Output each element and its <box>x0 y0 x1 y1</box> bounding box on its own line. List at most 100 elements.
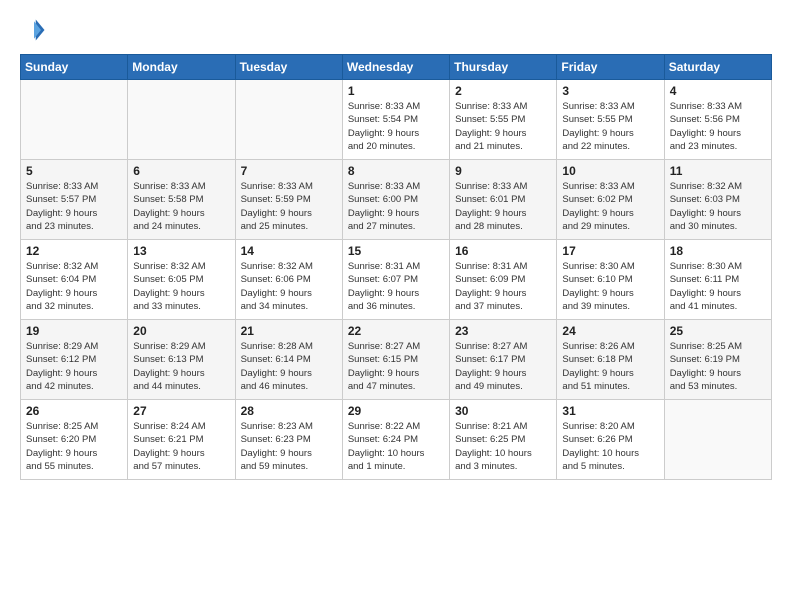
day-info: Sunrise: 8:29 AM Sunset: 6:13 PM Dayligh… <box>133 340 229 393</box>
day-number: 5 <box>26 164 122 178</box>
day-info: Sunrise: 8:33 AM Sunset: 5:55 PM Dayligh… <box>455 100 551 153</box>
week-row-2: 5 Sunrise: 8:33 AM Sunset: 5:57 PM Daylig… <box>21 160 772 240</box>
day-info: Sunrise: 8:30 AM Sunset: 6:11 PM Dayligh… <box>670 260 766 313</box>
day-info: Sunrise: 8:27 AM Sunset: 6:17 PM Dayligh… <box>455 340 551 393</box>
calendar-cell: 9 Sunrise: 8:33 AM Sunset: 6:01 PM Daylig… <box>450 160 557 240</box>
day-number: 12 <box>26 244 122 258</box>
day-number: 4 <box>670 84 766 98</box>
day-number: 24 <box>562 324 658 338</box>
calendar-cell <box>128 80 235 160</box>
weekday-header-tuesday: Tuesday <box>235 55 342 80</box>
day-number: 2 <box>455 84 551 98</box>
calendar-cell: 18 Sunrise: 8:30 AM Sunset: 6:11 PM Dayli… <box>664 240 771 320</box>
day-info: Sunrise: 8:33 AM Sunset: 5:54 PM Dayligh… <box>348 100 444 153</box>
day-info: Sunrise: 8:26 AM Sunset: 6:18 PM Dayligh… <box>562 340 658 393</box>
calendar-cell: 3 Sunrise: 8:33 AM Sunset: 5:55 PM Daylig… <box>557 80 664 160</box>
day-info: Sunrise: 8:31 AM Sunset: 6:07 PM Dayligh… <box>348 260 444 313</box>
calendar-cell: 29Sunrise: 8:22 AM Sunset: 6:24 PM Dayli… <box>342 400 449 480</box>
day-number: 31 <box>562 404 658 418</box>
day-info: Sunrise: 8:32 AM Sunset: 6:05 PM Dayligh… <box>133 260 229 313</box>
day-info: Sunrise: 8:33 AM Sunset: 5:58 PM Dayligh… <box>133 180 229 233</box>
day-info: Sunrise: 8:25 AM Sunset: 6:20 PM Dayligh… <box>26 420 122 473</box>
day-number: 26 <box>26 404 122 418</box>
calendar-cell: 2 Sunrise: 8:33 AM Sunset: 5:55 PM Daylig… <box>450 80 557 160</box>
header <box>20 16 772 44</box>
calendar-cell: 22 Sunrise: 8:27 AM Sunset: 6:15 PM Dayli… <box>342 320 449 400</box>
day-number: 30 <box>455 404 551 418</box>
day-number: 18 <box>670 244 766 258</box>
day-number: 22 <box>348 324 444 338</box>
calendar-table: SundayMondayTuesdayWednesdayThursdayFrid… <box>20 54 772 480</box>
calendar-cell: 1 Sunrise: 8:33 AM Sunset: 5:54 PM Daylig… <box>342 80 449 160</box>
calendar-cell: 6 Sunrise: 8:33 AM Sunset: 5:58 PM Daylig… <box>128 160 235 240</box>
day-number: 20 <box>133 324 229 338</box>
day-info: Sunrise: 8:33 AM Sunset: 5:57 PM Dayligh… <box>26 180 122 233</box>
weekday-header-thursday: Thursday <box>450 55 557 80</box>
calendar-cell: 27 Sunrise: 8:24 AM Sunset: 6:21 PM Dayli… <box>128 400 235 480</box>
day-number: 10 <box>562 164 658 178</box>
calendar-cell: 30 Sunrise: 8:21 AM Sunset: 6:25 PM Dayli… <box>450 400 557 480</box>
week-row-1: 1 Sunrise: 8:33 AM Sunset: 5:54 PM Daylig… <box>21 80 772 160</box>
calendar-cell: 15 Sunrise: 8:31 AM Sunset: 6:07 PM Dayli… <box>342 240 449 320</box>
week-row-3: 12 Sunrise: 8:32 AM Sunset: 6:04 PM Dayli… <box>21 240 772 320</box>
day-number: 27 <box>133 404 229 418</box>
weekday-header-monday: Monday <box>128 55 235 80</box>
day-number: 14 <box>241 244 337 258</box>
day-info: Sunrise: 8:29 AM Sunset: 6:12 PM Dayligh… <box>26 340 122 393</box>
weekday-header-friday: Friday <box>557 55 664 80</box>
day-info: Sunrise: 8:24 AM Sunset: 6:21 PM Dayligh… <box>133 420 229 473</box>
day-info: Sunrise: 8:32 AM Sunset: 6:04 PM Dayligh… <box>26 260 122 313</box>
day-info: Sunrise: 8:33 AM Sunset: 6:01 PM Dayligh… <box>455 180 551 233</box>
calendar-cell: 25Sunrise: 8:25 AM Sunset: 6:19 PM Dayli… <box>664 320 771 400</box>
day-number: 19 <box>26 324 122 338</box>
day-info: Sunrise: 8:32 AM Sunset: 6:03 PM Dayligh… <box>670 180 766 233</box>
weekday-header-sunday: Sunday <box>21 55 128 80</box>
calendar-cell: 28Sunrise: 8:23 AM Sunset: 6:23 PM Dayli… <box>235 400 342 480</box>
day-info: Sunrise: 8:27 AM Sunset: 6:15 PM Dayligh… <box>348 340 444 393</box>
week-row-5: 26 Sunrise: 8:25 AM Sunset: 6:20 PM Dayli… <box>21 400 772 480</box>
calendar-cell: 21Sunrise: 8:28 AM Sunset: 6:14 PM Dayli… <box>235 320 342 400</box>
week-row-4: 19 Sunrise: 8:29 AM Sunset: 6:12 PM Dayli… <box>21 320 772 400</box>
calendar-cell: 20 Sunrise: 8:29 AM Sunset: 6:13 PM Dayli… <box>128 320 235 400</box>
day-info: Sunrise: 8:33 AM Sunset: 5:59 PM Dayligh… <box>241 180 337 233</box>
calendar-cell: 24 Sunrise: 8:26 AM Sunset: 6:18 PM Dayli… <box>557 320 664 400</box>
day-info: Sunrise: 8:20 AM Sunset: 6:26 PM Dayligh… <box>562 420 658 473</box>
calendar-cell: 7 Sunrise: 8:33 AM Sunset: 5:59 PM Daylig… <box>235 160 342 240</box>
calendar-cell: 16Sunrise: 8:31 AM Sunset: 6:09 PM Dayli… <box>450 240 557 320</box>
day-number: 3 <box>562 84 658 98</box>
day-number: 9 <box>455 164 551 178</box>
calendar-cell: 8Sunrise: 8:33 AM Sunset: 6:00 PM Daylig… <box>342 160 449 240</box>
day-number: 1 <box>348 84 444 98</box>
day-info: Sunrise: 8:30 AM Sunset: 6:10 PM Dayligh… <box>562 260 658 313</box>
calendar-cell <box>664 400 771 480</box>
day-number: 7 <box>241 164 337 178</box>
calendar-cell: 14 Sunrise: 8:32 AM Sunset: 6:06 PM Dayli… <box>235 240 342 320</box>
day-info: Sunrise: 8:33 AM Sunset: 5:56 PM Dayligh… <box>670 100 766 153</box>
day-info: Sunrise: 8:22 AM Sunset: 6:24 PM Dayligh… <box>348 420 444 473</box>
day-number: 6 <box>133 164 229 178</box>
day-info: Sunrise: 8:32 AM Sunset: 6:06 PM Dayligh… <box>241 260 337 313</box>
calendar-cell: 12 Sunrise: 8:32 AM Sunset: 6:04 PM Dayli… <box>21 240 128 320</box>
calendar-cell: 31 Sunrise: 8:20 AM Sunset: 6:26 PM Dayli… <box>557 400 664 480</box>
logo-icon <box>20 16 48 44</box>
day-number: 17 <box>562 244 658 258</box>
weekday-header-row: SundayMondayTuesdayWednesdayThursdayFrid… <box>21 55 772 80</box>
day-info: Sunrise: 8:33 AM Sunset: 5:55 PM Dayligh… <box>562 100 658 153</box>
calendar-cell: 4 Sunrise: 8:33 AM Sunset: 5:56 PM Daylig… <box>664 80 771 160</box>
calendar-cell: 5 Sunrise: 8:33 AM Sunset: 5:57 PM Daylig… <box>21 160 128 240</box>
calendar-cell: 13 Sunrise: 8:32 AM Sunset: 6:05 PM Dayli… <box>128 240 235 320</box>
day-number: 8 <box>348 164 444 178</box>
day-number: 28 <box>241 404 337 418</box>
logo <box>20 16 52 44</box>
calendar-cell <box>21 80 128 160</box>
day-number: 16 <box>455 244 551 258</box>
day-info: Sunrise: 8:21 AM Sunset: 6:25 PM Dayligh… <box>455 420 551 473</box>
weekday-header-saturday: Saturday <box>664 55 771 80</box>
calendar-cell: 17 Sunrise: 8:30 AM Sunset: 6:10 PM Dayli… <box>557 240 664 320</box>
calendar-cell: 11 Sunrise: 8:32 AM Sunset: 6:03 PM Dayli… <box>664 160 771 240</box>
day-number: 21 <box>241 324 337 338</box>
day-number: 15 <box>348 244 444 258</box>
day-number: 11 <box>670 164 766 178</box>
day-number: 13 <box>133 244 229 258</box>
calendar-cell: 23Sunrise: 8:27 AM Sunset: 6:17 PM Dayli… <box>450 320 557 400</box>
